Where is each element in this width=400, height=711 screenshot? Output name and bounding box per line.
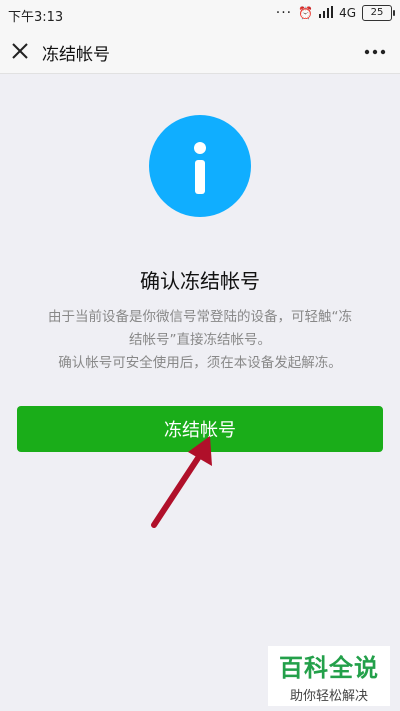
description-line: 确认帐号可安全使用后，须在本设备发起解冻。 [58, 355, 342, 371]
pointer-arrow-icon [151, 436, 212, 528]
watermark-subtitle: 助你轻松解决 [289, 689, 368, 704]
notification-dots-icon: ··· [275, 5, 293, 21]
battery-icon: 25 [362, 5, 395, 21]
page-title: 冻结帐号 [42, 45, 110, 65]
info-icon [149, 115, 251, 217]
close-icon[interactable] [10, 41, 30, 61]
header-bar: 冻结帐号 [0, 28, 400, 74]
watermark-logo: 百科全说 助你轻松解决 [268, 646, 390, 706]
status-time: 下午3:13 [8, 10, 64, 25]
description: 由于当前设备是你微信号常登陆的设备，可轻触“冻 结帐号”直接冻结帐号。 确认帐号… [22, 306, 378, 375]
description-line: 由于当前设备是你微信号常登陆的设备，可轻触“冻 [48, 309, 352, 325]
network-label: 4G [339, 6, 356, 20]
status-indicators: ··· ⏰ 4G 25 [275, 5, 395, 21]
more-icon[interactable] [364, 42, 386, 62]
signal-icon [319, 5, 334, 21]
alarm-icon: ⏰ [298, 6, 314, 20]
description-line: 结帐号”直接冻结帐号。 [129, 332, 271, 348]
watermark-title: 百科全说 [279, 654, 379, 682]
status-bar: 下午3:13 ··· ⏰ 4G 25 [0, 0, 400, 28]
confirm-title: 确认冻结帐号 [140, 269, 260, 293]
